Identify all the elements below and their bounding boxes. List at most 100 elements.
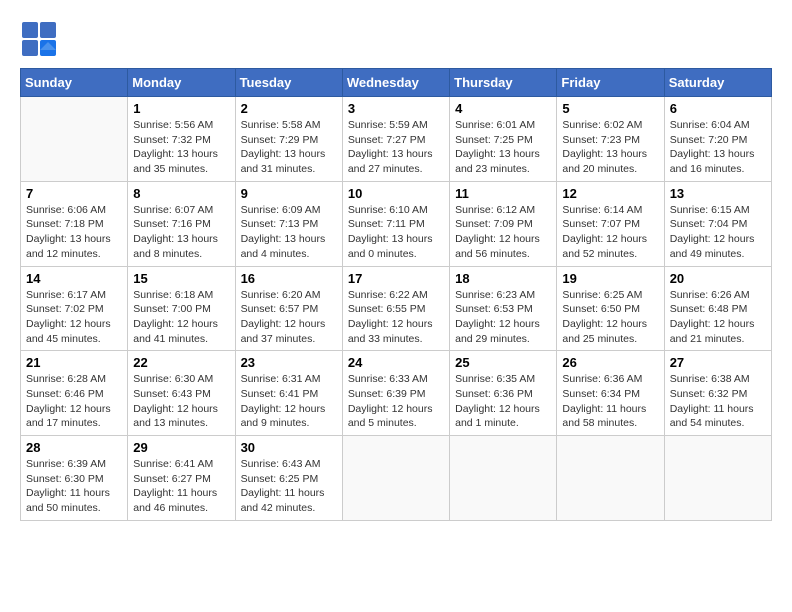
day-number: 7 xyxy=(26,186,122,201)
day-cell: 20 Sunrise: 6:26 AM Sunset: 6:48 PM Dayli… xyxy=(664,266,771,351)
day-info: Sunrise: 6:38 AM Sunset: 6:32 PM Dayligh… xyxy=(670,372,766,431)
day-info: Sunrise: 6:31 AM Sunset: 6:41 PM Dayligh… xyxy=(241,372,337,431)
week-row-4: 21Sunrise: 6:28 AM Sunset: 6:46 PM Dayli… xyxy=(21,351,772,436)
day-number: 22 xyxy=(133,355,229,370)
day-cell: 8 Sunrise: 6:07 AM Sunset: 7:16 PM Daylig… xyxy=(128,181,235,266)
page-header xyxy=(20,20,772,58)
day-cell: 1Sunrise: 5:56 AM Sunset: 7:32 PM Daylig… xyxy=(128,97,235,182)
day-cell: 13 Sunrise: 6:15 AM Sunset: 7:04 PM Dayli… xyxy=(664,181,771,266)
day-cell: 3 Sunrise: 5:59 AM Sunset: 7:27 PM Daylig… xyxy=(342,97,449,182)
logo xyxy=(20,20,62,58)
day-cell: 29 Sunrise: 6:41 AM Sunset: 6:27 PM Dayli… xyxy=(128,436,235,521)
day-info: Sunrise: 6:23 AM Sunset: 6:53 PM Dayligh… xyxy=(455,288,551,347)
calendar-header-row: SundayMondayTuesdayWednesdayThursdayFrid… xyxy=(21,69,772,97)
day-number: 17 xyxy=(348,271,444,286)
day-cell: 9 Sunrise: 6:09 AM Sunset: 7:13 PM Daylig… xyxy=(235,181,342,266)
day-number: 18 xyxy=(455,271,551,286)
column-header-saturday: Saturday xyxy=(664,69,771,97)
day-info: Sunrise: 6:02 AM Sunset: 7:23 PM Dayligh… xyxy=(562,118,658,177)
day-cell: 4 Sunrise: 6:01 AM Sunset: 7:25 PM Daylig… xyxy=(450,97,557,182)
day-info: Sunrise: 6:30 AM Sunset: 6:43 PM Dayligh… xyxy=(133,372,229,431)
week-row-2: 7 Sunrise: 6:06 AM Sunset: 7:18 PM Daylig… xyxy=(21,181,772,266)
day-info: Sunrise: 6:22 AM Sunset: 6:55 PM Dayligh… xyxy=(348,288,444,347)
day-info: Sunrise: 6:10 AM Sunset: 7:11 PM Dayligh… xyxy=(348,203,444,262)
day-number: 6 xyxy=(670,101,766,116)
day-info: Sunrise: 6:33 AM Sunset: 6:39 PM Dayligh… xyxy=(348,372,444,431)
day-number: 16 xyxy=(241,271,337,286)
week-row-5: 28 Sunrise: 6:39 AM Sunset: 6:30 PM Dayli… xyxy=(21,436,772,521)
day-cell: 25Sunrise: 6:35 AM Sunset: 6:36 PM Dayli… xyxy=(450,351,557,436)
day-number: 24 xyxy=(348,355,444,370)
week-row-3: 14 Sunrise: 6:17 AM Sunset: 7:02 PM Dayli… xyxy=(21,266,772,351)
day-number: 1 xyxy=(133,101,229,116)
day-info: Sunrise: 6:39 AM Sunset: 6:30 PM Dayligh… xyxy=(26,457,122,516)
day-info: Sunrise: 6:28 AM Sunset: 6:46 PM Dayligh… xyxy=(26,372,122,431)
day-info: Sunrise: 6:35 AM Sunset: 6:36 PM Dayligh… xyxy=(455,372,551,431)
day-number: 30 xyxy=(241,440,337,455)
day-cell: 10 Sunrise: 6:10 AM Sunset: 7:11 PM Dayli… xyxy=(342,181,449,266)
day-number: 15 xyxy=(133,271,229,286)
day-number: 4 xyxy=(455,101,551,116)
day-cell: 23 Sunrise: 6:31 AM Sunset: 6:41 PM Dayli… xyxy=(235,351,342,436)
day-info: Sunrise: 5:58 AM Sunset: 7:29 PM Dayligh… xyxy=(241,118,337,177)
day-info: Sunrise: 6:26 AM Sunset: 6:48 PM Dayligh… xyxy=(670,288,766,347)
day-info: Sunrise: 5:59 AM Sunset: 7:27 PM Dayligh… xyxy=(348,118,444,177)
day-number: 5 xyxy=(562,101,658,116)
column-header-tuesday: Tuesday xyxy=(235,69,342,97)
column-header-thursday: Thursday xyxy=(450,69,557,97)
day-cell: 21Sunrise: 6:28 AM Sunset: 6:46 PM Dayli… xyxy=(21,351,128,436)
day-info: Sunrise: 6:25 AM Sunset: 6:50 PM Dayligh… xyxy=(562,288,658,347)
day-info: Sunrise: 6:36 AM Sunset: 6:34 PM Dayligh… xyxy=(562,372,658,431)
day-cell: 24 Sunrise: 6:33 AM Sunset: 6:39 PM Dayli… xyxy=(342,351,449,436)
day-cell: 17 Sunrise: 6:22 AM Sunset: 6:55 PM Dayli… xyxy=(342,266,449,351)
day-cell: 7 Sunrise: 6:06 AM Sunset: 7:18 PM Daylig… xyxy=(21,181,128,266)
day-info: Sunrise: 6:17 AM Sunset: 7:02 PM Dayligh… xyxy=(26,288,122,347)
day-info: Sunrise: 6:15 AM Sunset: 7:04 PM Dayligh… xyxy=(670,203,766,262)
day-number: 14 xyxy=(26,271,122,286)
day-cell: 26 Sunrise: 6:36 AM Sunset: 6:34 PM Dayli… xyxy=(557,351,664,436)
day-info: Sunrise: 6:01 AM Sunset: 7:25 PM Dayligh… xyxy=(455,118,551,177)
day-number: 20 xyxy=(670,271,766,286)
day-info: Sunrise: 6:12 AM Sunset: 7:09 PM Dayligh… xyxy=(455,203,551,262)
day-cell: 30Sunrise: 6:43 AM Sunset: 6:25 PM Dayli… xyxy=(235,436,342,521)
day-number: 10 xyxy=(348,186,444,201)
logo-icon xyxy=(20,20,58,58)
day-info: Sunrise: 6:41 AM Sunset: 6:27 PM Dayligh… xyxy=(133,457,229,516)
day-number: 9 xyxy=(241,186,337,201)
day-number: 19 xyxy=(562,271,658,286)
day-info: Sunrise: 6:18 AM Sunset: 7:00 PM Dayligh… xyxy=(133,288,229,347)
day-number: 13 xyxy=(670,186,766,201)
day-cell xyxy=(21,97,128,182)
calendar-table: SundayMondayTuesdayWednesdayThursdayFrid… xyxy=(20,68,772,521)
day-number: 8 xyxy=(133,186,229,201)
day-number: 28 xyxy=(26,440,122,455)
day-number: 26 xyxy=(562,355,658,370)
column-header-wednesday: Wednesday xyxy=(342,69,449,97)
day-number: 3 xyxy=(348,101,444,116)
column-header-monday: Monday xyxy=(128,69,235,97)
day-info: Sunrise: 6:06 AM Sunset: 7:18 PM Dayligh… xyxy=(26,203,122,262)
day-cell: 5 Sunrise: 6:02 AM Sunset: 7:23 PM Daylig… xyxy=(557,97,664,182)
day-cell: 12 Sunrise: 6:14 AM Sunset: 7:07 PM Dayli… xyxy=(557,181,664,266)
day-cell xyxy=(450,436,557,521)
day-info: Sunrise: 6:14 AM Sunset: 7:07 PM Dayligh… xyxy=(562,203,658,262)
day-cell: 14 Sunrise: 6:17 AM Sunset: 7:02 PM Dayli… xyxy=(21,266,128,351)
day-cell: 15 Sunrise: 6:18 AM Sunset: 7:00 PM Dayli… xyxy=(128,266,235,351)
day-cell: 11 Sunrise: 6:12 AM Sunset: 7:09 PM Dayli… xyxy=(450,181,557,266)
day-info: Sunrise: 6:09 AM Sunset: 7:13 PM Dayligh… xyxy=(241,203,337,262)
day-number: 12 xyxy=(562,186,658,201)
day-cell xyxy=(557,436,664,521)
day-cell xyxy=(342,436,449,521)
day-info: Sunrise: 6:20 AM Sunset: 6:57 PM Dayligh… xyxy=(241,288,337,347)
day-cell: 6 Sunrise: 6:04 AM Sunset: 7:20 PM Daylig… xyxy=(664,97,771,182)
day-cell xyxy=(664,436,771,521)
column-header-sunday: Sunday xyxy=(21,69,128,97)
day-info: Sunrise: 6:04 AM Sunset: 7:20 PM Dayligh… xyxy=(670,118,766,177)
day-number: 11 xyxy=(455,186,551,201)
day-number: 23 xyxy=(241,355,337,370)
day-number: 2 xyxy=(241,101,337,116)
day-cell: 27Sunrise: 6:38 AM Sunset: 6:32 PM Dayli… xyxy=(664,351,771,436)
day-cell: 2 Sunrise: 5:58 AM Sunset: 7:29 PM Daylig… xyxy=(235,97,342,182)
day-info: Sunrise: 6:07 AM Sunset: 7:16 PM Dayligh… xyxy=(133,203,229,262)
day-number: 29 xyxy=(133,440,229,455)
